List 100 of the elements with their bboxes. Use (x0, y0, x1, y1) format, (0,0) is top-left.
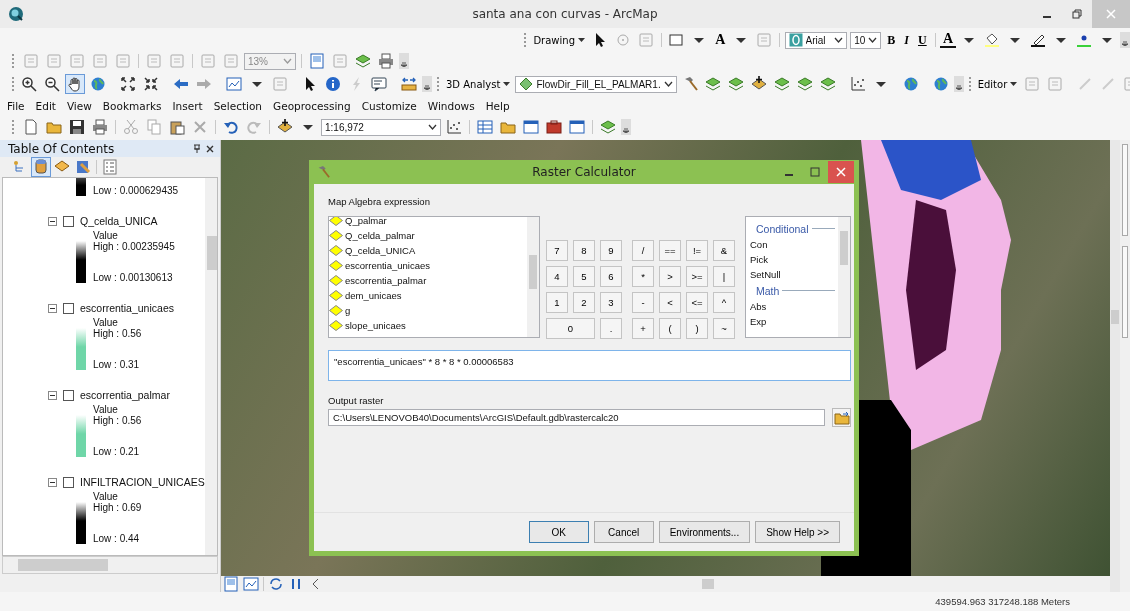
menu-item[interactable]: Geoprocessing (273, 99, 351, 112)
operator-key[interactable]: >= (686, 266, 708, 287)
docked-window-tab[interactable] (1122, 246, 1128, 338)
raster-list-item[interactable]: escorrentia_palmar (345, 275, 427, 286)
pin-icon[interactable] (193, 144, 201, 153)
scrollbar[interactable] (838, 217, 850, 337)
menu-item[interactable]: Windows (427, 99, 475, 112)
options-icon[interactable] (100, 157, 120, 177)
operator-key[interactable]: ^ (713, 292, 735, 313)
dialog-button[interactable]: Cancel (593, 521, 654, 543)
operator-key[interactable]: != (686, 240, 708, 261)
operator-key[interactable]: ) (686, 318, 708, 339)
calculator-key[interactable]: 1 (546, 292, 568, 313)
dialog-button[interactable]: Show Help >> (755, 521, 840, 543)
layer-name[interactable]: Q_celda_UNICA (80, 215, 158, 227)
layer-checkbox[interactable] (63, 215, 74, 227)
calculator-key[interactable]: 7 (546, 240, 568, 261)
layer-name[interactable]: escorrentia_palmar (80, 389, 170, 401)
scale-dropdown[interactable]: 1:16,972 (321, 118, 441, 136)
raster-list-item[interactable]: dem_unicaes (345, 290, 402, 301)
calculator-key[interactable]: 8 (573, 240, 595, 261)
raster-list-item[interactable]: escorrentia_unicaes (345, 260, 431, 271)
expression-field[interactable]: "escorrentia_unicaes" * 8 * 8 * 0.00006583 (328, 350, 851, 381)
calculator-key[interactable]: 4 (546, 266, 568, 287)
toolbar-overflow-icon[interactable] (422, 76, 432, 92)
operator-key[interactable]: < (659, 292, 681, 313)
toolbar-overflow-icon[interactable] (1120, 32, 1130, 48)
menu-item[interactable]: Bookmarks (102, 99, 162, 112)
underline-button[interactable]: U (915, 32, 930, 48)
operator-key[interactable]: * (632, 266, 654, 287)
scrollbar[interactable] (527, 217, 539, 337)
info-icon[interactable] (323, 74, 343, 94)
layer-checkbox[interactable] (63, 389, 74, 401)
menu-item[interactable]: Help (485, 99, 510, 112)
editor-menu[interactable]: Editor (975, 78, 1020, 90)
layer-name[interactable]: INFILTRACION_UNICAES (80, 476, 205, 488)
collapse-icon[interactable] (48, 477, 57, 487)
search-window-icon[interactable] (521, 117, 541, 137)
printer-icon[interactable] (376, 51, 396, 71)
operator-key[interactable]: / (632, 240, 654, 261)
calculator-key[interactable]: 5 (573, 266, 595, 287)
close-icon[interactable] (206, 144, 214, 153)
expand-icon[interactable] (118, 74, 138, 94)
scrollbar[interactable] (2, 556, 218, 574)
raster-list-item[interactable]: Q_celda_palmar (345, 230, 415, 241)
font-size-dropdown[interactable]: 10 (850, 31, 882, 49)
menu-item[interactable]: View (66, 99, 92, 112)
calculator-key[interactable]: 6 (600, 266, 622, 287)
calculator-key[interactable]: 2 (573, 292, 595, 313)
dialog-button[interactable]: Environments... (658, 521, 751, 543)
layer-dropdown[interactable]: FlowDir_Fill_EL_PALMAR1. (515, 75, 677, 93)
list-by-source-icon[interactable] (31, 157, 51, 177)
printer-icon[interactable] (90, 117, 110, 137)
tool-list-item[interactable]: Abs (750, 299, 835, 314)
operator-key[interactable]: - (632, 292, 654, 313)
collapse-icon[interactable] (48, 390, 57, 400)
menu-item[interactable]: Customize (361, 99, 417, 112)
raster-list-item[interactable]: Q_celda_UNICA (345, 245, 416, 256)
tool-list-item[interactable]: Pick (750, 252, 835, 267)
output-raster-field[interactable]: C:\Users\LENOVOB40\Documents\ArcGIS\Default.gdb\rastercalc20 (328, 409, 825, 426)
operator-key[interactable]: | (713, 266, 735, 287)
close-button[interactable] (828, 161, 854, 183)
operator-key[interactable]: & (713, 240, 735, 261)
calculator-key[interactable]: 9 (600, 240, 622, 261)
toolbar-overflow-icon[interactable] (399, 53, 409, 69)
raster-list-item[interactable]: slope_unicaes (345, 320, 406, 331)
calculator-key[interactable]: 0 (546, 318, 595, 339)
browse-folder-button[interactable] (832, 408, 851, 427)
satellite-map-placeholder[interactable] (221, 140, 1110, 576)
maximize-icon[interactable] (810, 167, 820, 177)
tool-list-item[interactable]: Con (750, 237, 835, 252)
data-view-icon[interactable] (241, 574, 261, 594)
popup-icon[interactable] (369, 74, 389, 94)
scrollbar[interactable] (1110, 140, 1120, 592)
font-color-button[interactable]: A (939, 32, 956, 48)
collapse-icon[interactable] (48, 303, 57, 313)
table-icon[interactable] (475, 117, 495, 137)
operator-key[interactable]: ( (659, 318, 681, 339)
raster-list-item[interactable]: Q_palmar (345, 217, 387, 226)
text-tool-button[interactable]: A (712, 32, 729, 48)
dialog-button[interactable]: OK (528, 521, 589, 543)
tool-list[interactable]: Conditional Con Pick SetNull Math Abs Exp (745, 216, 851, 338)
layer-checkbox[interactable] (63, 476, 74, 488)
layer-name[interactable]: escorrentia_unicaes (80, 302, 174, 314)
menu-item[interactable]: Insert (172, 99, 203, 112)
drawing-menu[interactable]: Drawing (531, 34, 587, 46)
toolbox-icon[interactable] (544, 117, 564, 137)
raster-list[interactable]: Q_palmar Q_celda_palmar Q_celda_UNICA escorrentia_unicaes escorrentia_palmar dem_unicaes g slope_unicaes (328, 216, 540, 338)
toolbar-overflow-icon[interactable] (621, 119, 631, 135)
restore-icon[interactable] (1072, 9, 1082, 19)
menu-item[interactable]: Selection (213, 99, 263, 112)
calculator-key[interactable]: 3 (600, 292, 622, 313)
operator-key[interactable]: > (659, 266, 681, 287)
save-icon[interactable] (67, 117, 87, 137)
scrollbar[interactable] (204, 178, 217, 555)
docked-window-tab[interactable] (1122, 144, 1128, 236)
bold-button[interactable]: B (884, 32, 899, 48)
toolbar-overflow-icon[interactable] (953, 76, 964, 92)
menu-item[interactable]: Edit (35, 99, 56, 112)
collapse-icon[interactable] (48, 216, 57, 226)
